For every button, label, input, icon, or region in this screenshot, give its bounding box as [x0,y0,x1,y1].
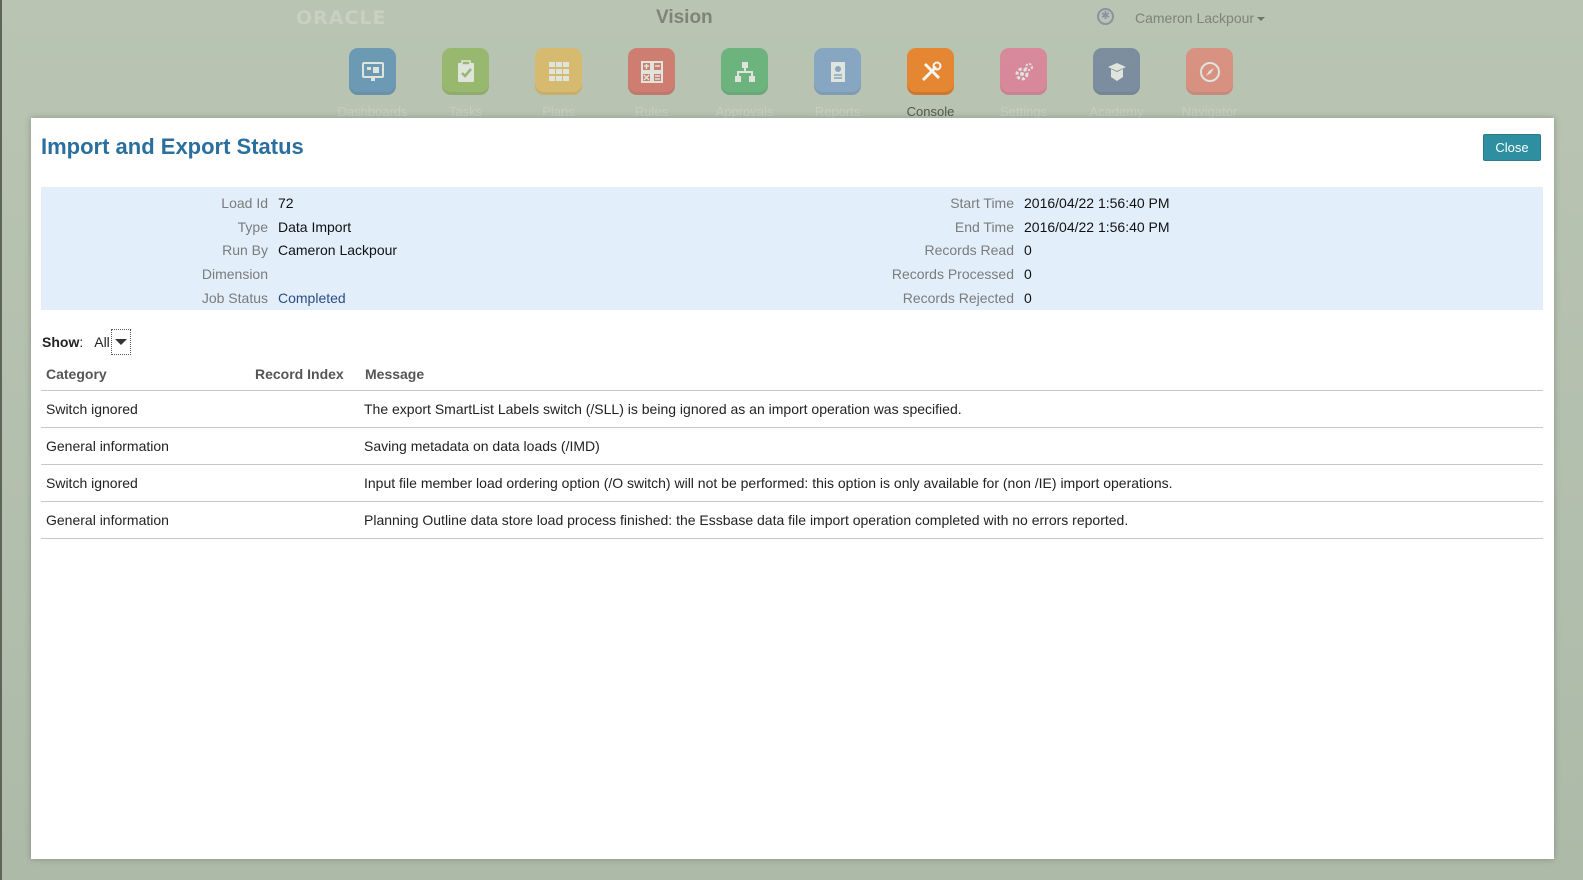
summary-row-job-status: Job Status Completed [41,286,397,310]
navigation-bar: Dashboards Tasks Plans Rules Approvals R… [326,48,1256,119]
nav-label: Console [906,104,955,119]
cell-message: Saving metadata on data loads (/IMD) [364,438,600,454]
cell-category: Switch ignored [46,401,138,417]
cell-message: Planning Outline data store load process… [364,512,1129,528]
summary-row-records-processed: Records Processed 0 [741,262,1170,286]
oracle-logo: ORACLE [296,7,387,29]
field-label: Type [237,218,268,235]
field-label: Load Id [221,194,268,211]
table-row[interactable]: Switch ignored Input file member load or… [41,465,1543,502]
dialog-title: Import and Export Status [41,134,304,159]
nav-label: Dashboards [337,104,408,119]
nav-item-console[interactable]: Console [884,48,977,119]
field-value: 2016/04/22 1:56:40 PM [1024,194,1170,211]
nav-item-academy[interactable]: Academy [1070,48,1163,119]
chevron-down-icon [114,339,127,345]
hierarchy-icon [721,48,768,95]
summary-row-type: Type Data Import [41,215,397,239]
field-label: Start Time [950,194,1014,211]
job-summary-panel: Load Id 72 Type Data Import Run By Cameron … [41,187,1543,310]
table-row[interactable]: Switch ignored The export SmartList Labe… [41,391,1543,428]
field-label: Run By [222,242,268,259]
field-value: 2016/04/22 1:56:40 PM [1024,218,1170,235]
nav-label: Rules [634,104,669,119]
column-header-record-index[interactable]: Record Index [255,366,344,382]
messages-table: Category Record Index Message Switch ign… [41,358,1543,539]
field-label: Records Processed [891,266,1014,283]
chevron-down-icon [1257,17,1266,22]
field-value: 0 [1024,242,1032,259]
summary-right-column: Start Time 2016/04/22 1:56:40 PM End Time… [741,191,1170,310]
import-export-status-dialog: Import and Export Status Close Load Id 72… [31,118,1554,859]
nav-item-tasks[interactable]: Tasks [419,48,512,119]
nav-item-approvals[interactable]: Approvals [698,48,791,119]
app-title: Vision [656,7,713,28]
user-menu[interactable]: Cameron Lackpour [1135,10,1266,26]
window-edge [0,0,2,880]
nav-label: Approvals [715,104,774,119]
show-filter: Show: All [42,329,131,355]
cell-category: General information [46,512,169,528]
nav-item-rules[interactable]: Rules [605,48,698,119]
nav-label: Navigator [1181,104,1238,119]
field-label: Job Status [201,290,268,307]
column-header-category[interactable]: Category [46,366,107,382]
job-status-value: Completed [278,290,346,307]
report-icon [814,48,861,95]
table-row[interactable]: General information Planning Outline dat… [41,502,1543,539]
summary-row-start-time: Start Time 2016/04/22 1:56:40 PM [741,191,1170,215]
summary-row-end-time: End Time 2016/04/22 1:56:40 PM [741,215,1170,239]
table-header: Category Record Index Message [41,358,1543,391]
summary-row-records-read: Records Read 0 [741,239,1170,263]
cell-message: Input file member load ordering option (… [364,475,1173,491]
cell-message: The export SmartList Labels switch (/SLL… [364,401,962,417]
summary-row-load-id: Load Id 72 [41,191,397,215]
field-value: Data Import [278,218,352,235]
compass-icon [1186,48,1233,95]
grid-icon [535,48,582,95]
column-header-message[interactable]: Message [365,366,424,382]
summary-left-column: Load Id 72 Type Data Import Run By Cameron … [41,191,397,310]
tools-icon [907,48,954,95]
field-label: Dimension [201,266,268,283]
dashboard-icon [349,48,396,95]
field-value: 72 [278,194,294,211]
summary-row-records-rejected: Records Rejected 0 [741,286,1170,310]
nav-label: Reports [814,104,861,119]
nav-label: Tasks [448,104,483,119]
nav-label: Settings [1000,104,1047,119]
cell-category: Switch ignored [46,475,138,491]
summary-row-run-by: Run By Cameron Lackpour [41,239,397,263]
field-value: 0 [1024,290,1032,307]
accessibility-icon[interactable]: ✱ [1097,8,1114,25]
gears-icon [1000,48,1047,95]
nav-item-reports[interactable]: Reports [791,48,884,119]
clipboard-check-icon [442,48,489,95]
nav-item-settings[interactable]: Settings [977,48,1070,119]
calculator-icon [628,48,675,95]
nav-item-dashboards[interactable]: Dashboards [326,48,419,119]
cell-category: General information [46,438,169,454]
graduation-icon [1093,48,1140,95]
field-label: Records Read [924,242,1015,259]
field-label: End Time [954,218,1014,235]
field-value: Cameron Lackpour [278,242,398,259]
close-button[interactable]: Close [1483,134,1541,161]
table-row[interactable]: General information Saving metadata on d… [41,428,1543,465]
show-select-value[interactable]: All [94,334,110,350]
nav-item-navigator[interactable]: Navigator [1163,48,1256,119]
show-dropdown-button[interactable] [110,329,131,355]
nav-item-plans[interactable]: Plans [512,48,605,119]
nav-label: Academy [1089,104,1144,119]
top-bar: ORACLE Vision ✱ Cameron Lackpour Dashboa… [0,0,1583,119]
nav-label: Plans [542,104,575,119]
field-label: Records Rejected [902,290,1014,307]
field-value: 0 [1024,266,1032,283]
summary-row-dimension: Dimension [41,262,397,286]
user-name: Cameron Lackpour [1135,10,1255,26]
show-label: Show [42,334,80,350]
